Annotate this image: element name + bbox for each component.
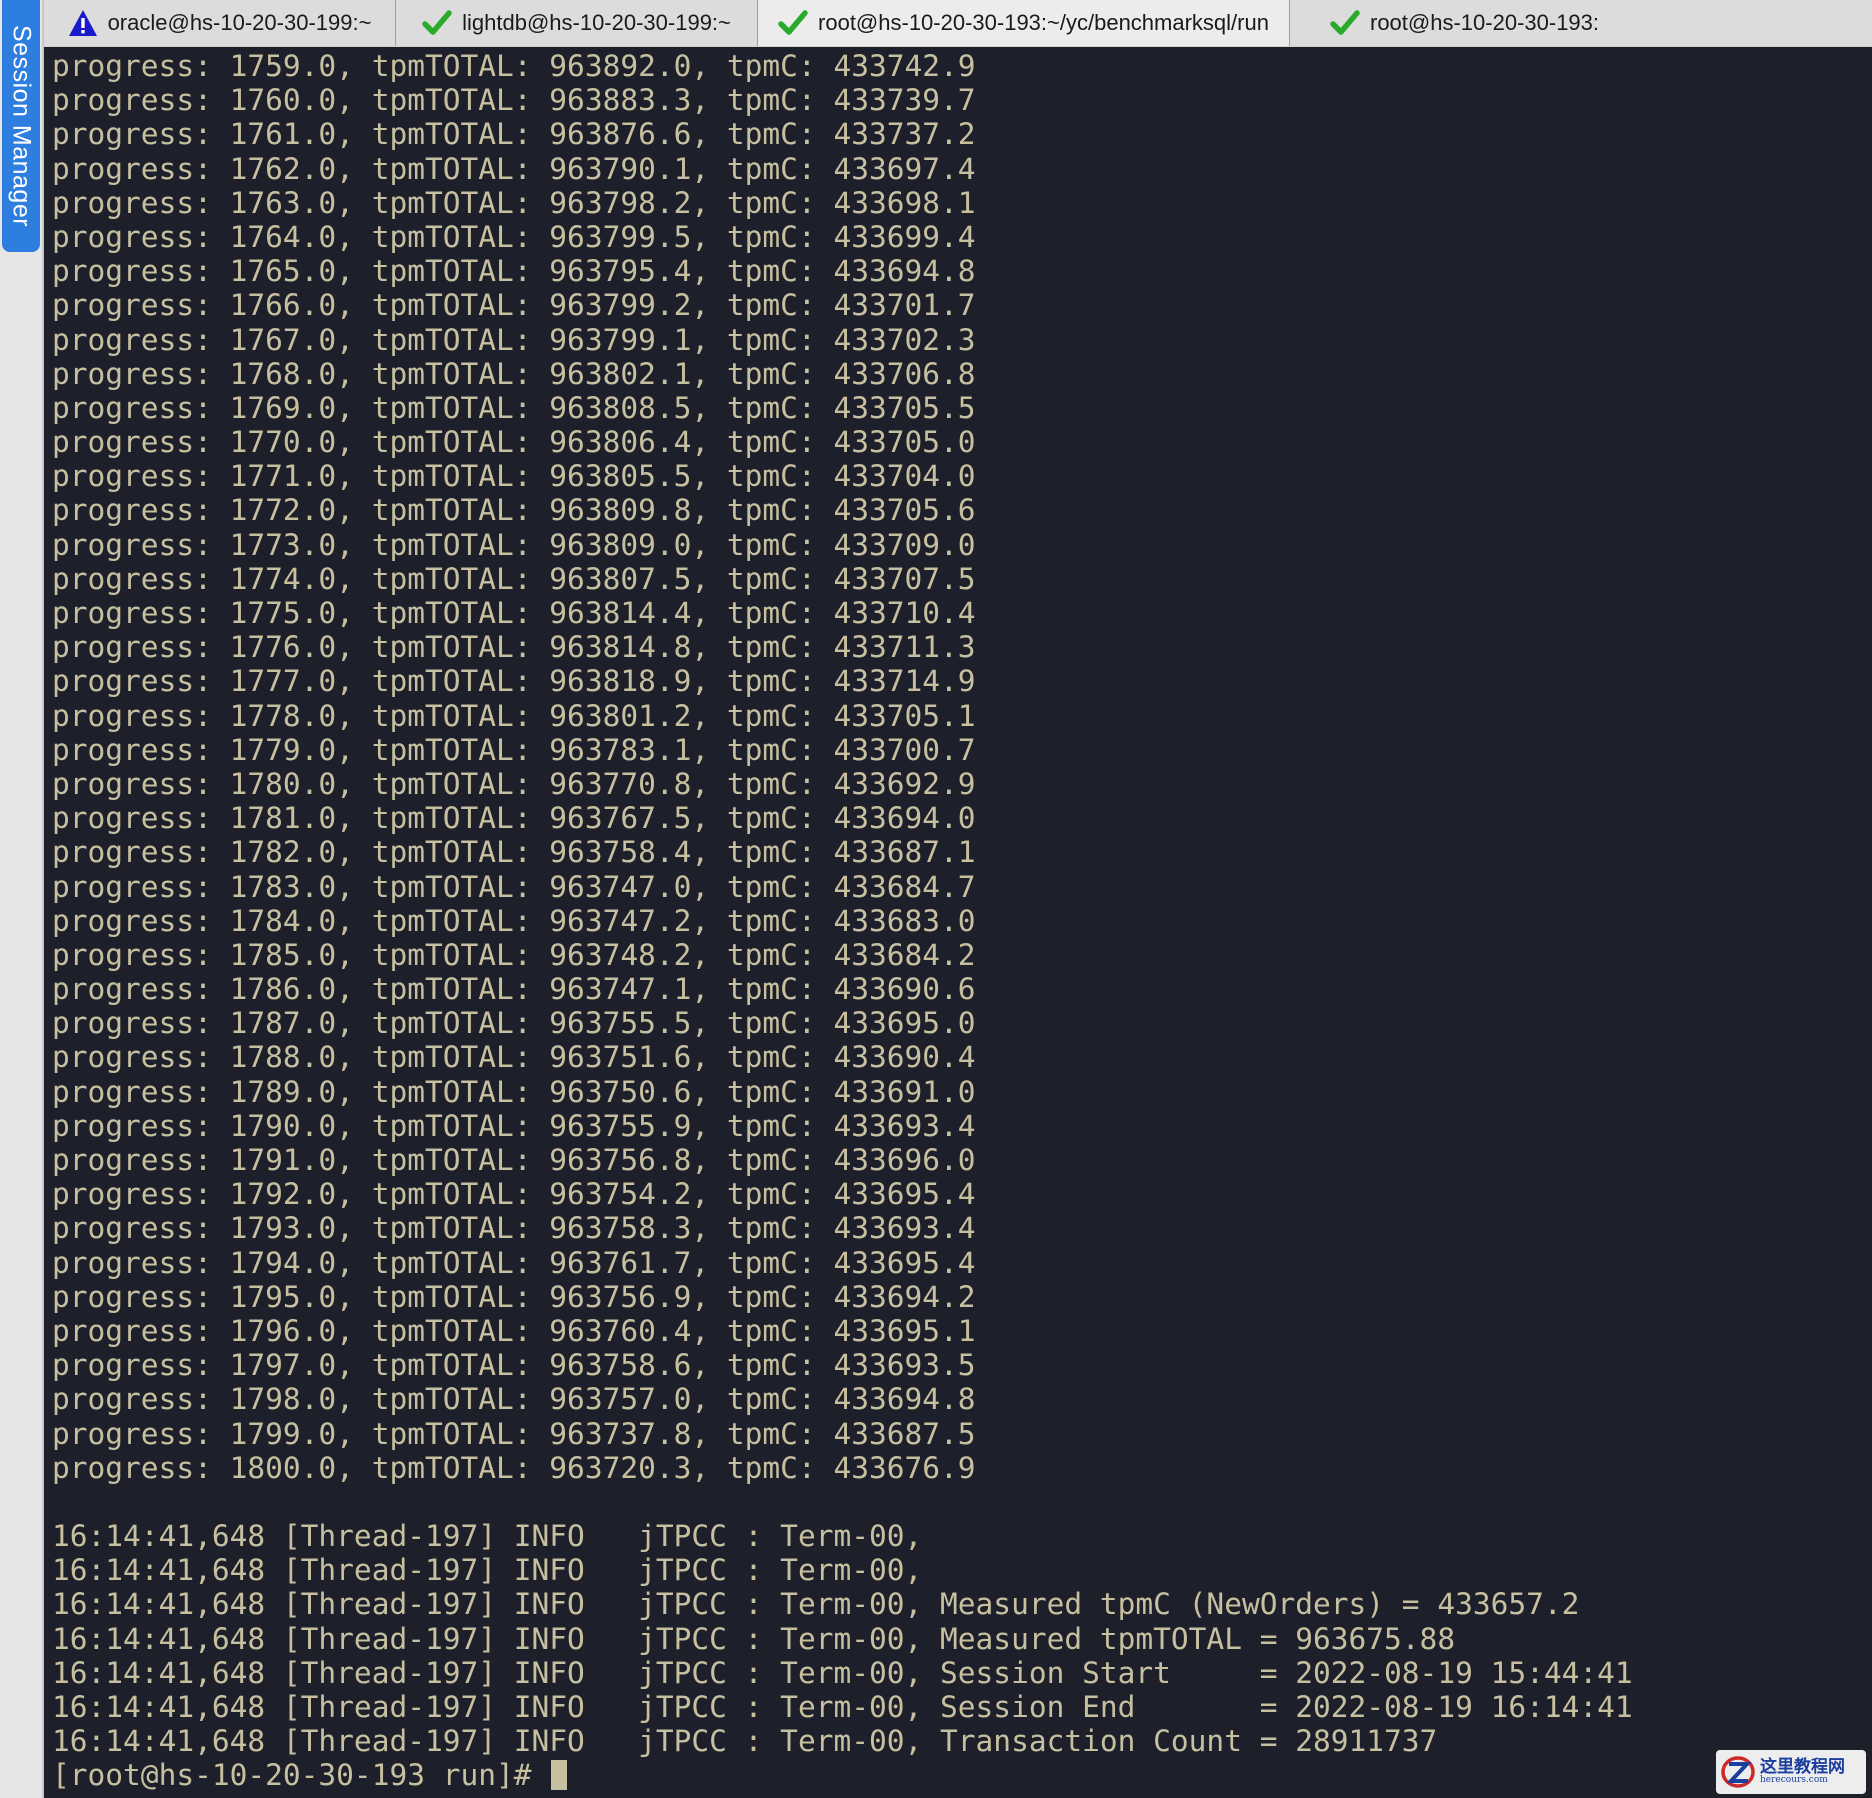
check-icon <box>422 9 452 37</box>
terminal-line: 16:14:41,648 [Thread-197] INFO jTPCC : T… <box>52 1621 1456 1656</box>
terminal-line: progress: 1767.0, tpmTOTAL: 963799.1, tp… <box>52 322 976 357</box>
session-manager-sidebar: Session Manager <box>0 0 44 1798</box>
terminal-line: progress: 1781.0, tpmTOTAL: 963767.5, tp… <box>52 801 976 836</box>
terminal-line: progress: 1785.0, tpmTOTAL: 963748.2, tp… <box>52 937 976 972</box>
terminal-line: progress: 1786.0, tpmTOTAL: 963747.1, tp… <box>52 972 976 1007</box>
terminal-line: progress: 1771.0, tpmTOTAL: 963805.5, tp… <box>52 459 976 494</box>
terminal-line: progress: 1788.0, tpmTOTAL: 963751.6, tp… <box>52 1040 976 1075</box>
terminal-line: progress: 1797.0, tpmTOTAL: 963758.6, tp… <box>52 1348 976 1383</box>
terminal-tab-bar: oracle@hs-10-20-30-199:~ lightdb@hs-10-2… <box>44 0 1872 48</box>
terminal-line: 16:14:41,648 [Thread-197] INFO jTPCC : T… <box>52 1587 1580 1622</box>
tab-label: oracle@hs-10-20-30-199:~ <box>107 10 372 35</box>
tab-benchmarksql-run[interactable]: root@hs-10-20-30-193:~/yc/benchmarksql/r… <box>758 0 1290 46</box>
terminal-line: progress: 1768.0, tpmTOTAL: 963802.1, tp… <box>52 356 976 391</box>
terminal-line: 16:14:41,648 [Thread-197] INFO jTPCC : T… <box>52 1519 923 1554</box>
terminal-line: progress: 1796.0, tpmTOTAL: 963760.4, tp… <box>52 1313 976 1348</box>
terminal-line: progress: 1779.0, tpmTOTAL: 963783.1, tp… <box>52 732 976 767</box>
terminal-line: progress: 1794.0, tpmTOTAL: 963761.7, tp… <box>52 1245 976 1280</box>
terminal-line: progress: 1787.0, tpmTOTAL: 963755.5, tp… <box>52 1006 976 1041</box>
terminal-line: progress: 1776.0, tpmTOTAL: 963814.8, tp… <box>52 630 976 665</box>
watermark-url: herecours.com <box>1760 1775 1828 1785</box>
watermark-text: 这里教程网 <box>1760 1757 1845 1777</box>
tab-label: root@hs-10-20-30-193:~/yc/benchmarksql/r… <box>818 10 1269 35</box>
terminal-lines: progress: 1759.0, tpmTOTAL: 963892.0, tp… <box>52 49 1633 1793</box>
terminal-line: progress: 1778.0, tpmTOTAL: 963801.2, tp… <box>52 698 976 733</box>
terminal-line: progress: 1759.0, tpmTOTAL: 963892.0, tp… <box>52 49 976 83</box>
terminal-line: progress: 1773.0, tpmTOTAL: 963809.0, tp… <box>52 527 976 562</box>
session-manager-tab[interactable]: Session Manager <box>2 0 40 252</box>
warning-icon <box>68 9 98 37</box>
terminal-line: progress: 1764.0, tpmTOTAL: 963799.5, tp… <box>52 219 976 254</box>
terminal-line: progress: 1783.0, tpmTOTAL: 963747.0, tp… <box>52 869 976 904</box>
shell-prompt-line[interactable]: [root@hs-10-20-30-193 run]# <box>52 1758 1633 1792</box>
terminal-line: progress: 1762.0, tpmTOTAL: 963790.1, tp… <box>52 151 976 186</box>
terminal-line: 16:14:41,648 [Thread-197] INFO jTPCC : T… <box>52 1655 1633 1690</box>
tab-label: lightdb@hs-10-20-30-199:~ <box>462 10 731 35</box>
terminal-line: progress: 1772.0, tpmTOTAL: 963809.8, tp… <box>52 493 976 528</box>
terminal-line: progress: 1795.0, tpmTOTAL: 963756.9, tp… <box>52 1279 976 1314</box>
check-icon <box>1330 9 1360 37</box>
terminal-line: progress: 1793.0, tpmTOTAL: 963758.3, tp… <box>52 1211 976 1246</box>
tab-root-193[interactable]: root@hs-10-20-30-193: <box>1290 0 1872 46</box>
terminal-line: progress: 1791.0, tpmTOTAL: 963756.8, tp… <box>52 1143 976 1177</box>
terminal-line: 16:14:41,648 [Thread-197] INFO jTPCC : T… <box>52 1690 1633 1724</box>
tab-lightdb[interactable]: lightdb@hs-10-20-30-199:~ <box>396 0 758 46</box>
terminal-line: progress: 1799.0, tpmTOTAL: 963737.8, tp… <box>52 1416 976 1451</box>
terminal-line: progress: 1798.0, tpmTOTAL: 963757.0, tp… <box>52 1382 976 1417</box>
terminal-line: progress: 1770.0, tpmTOTAL: 963806.4, tp… <box>52 425 976 460</box>
tab-oracle[interactable]: oracle@hs-10-20-30-199:~ <box>44 0 396 46</box>
terminal-line: progress: 1790.0, tpmTOTAL: 963755.9, tp… <box>52 1108 976 1143</box>
tab-label: root@hs-10-20-30-193: <box>1370 10 1600 35</box>
terminal-line: 16:14:41,648 [Thread-197] INFO jTPCC : T… <box>52 1724 1438 1759</box>
terminal-line: progress: 1766.0, tpmTOTAL: 963799.2, tp… <box>52 288 976 323</box>
terminal-line: progress: 1761.0, tpmTOTAL: 963876.6, tp… <box>52 117 976 152</box>
terminal-line: progress: 1800.0, tpmTOTAL: 963720.3, tp… <box>52 1450 976 1485</box>
check-icon <box>778 9 808 37</box>
terminal-line: progress: 1765.0, tpmTOTAL: 963795.4, tp… <box>52 254 976 289</box>
watermark-logo <box>1721 1756 1755 1788</box>
terminal-line: progress: 1777.0, tpmTOTAL: 963818.9, tp… <box>52 664 976 699</box>
terminal-line: progress: 1775.0, tpmTOTAL: 963814.4, tp… <box>52 596 976 630</box>
session-manager-label: Session Manager <box>7 24 36 228</box>
terminal-line: progress: 1789.0, tpmTOTAL: 963750.6, tp… <box>52 1074 976 1109</box>
site-watermark: 这里教程网 herecours.com <box>1716 1750 1866 1794</box>
terminal-line: progress: 1782.0, tpmTOTAL: 963758.4, tp… <box>52 835 976 870</box>
terminal-line: progress: 1792.0, tpmTOTAL: 963754.2, tp… <box>52 1177 976 1212</box>
terminal-line: progress: 1763.0, tpmTOTAL: 963798.2, tp… <box>52 185 976 220</box>
terminal-line: progress: 1769.0, tpmTOTAL: 963808.5, tp… <box>52 390 976 425</box>
terminal-line: 16:14:41,648 [Thread-197] INFO jTPCC : T… <box>52 1553 923 1588</box>
terminal-line: progress: 1774.0, tpmTOTAL: 963807.5, tp… <box>52 561 976 596</box>
shell-prompt: [root@hs-10-20-30-193 run]# <box>52 1758 550 1793</box>
terminal-line: progress: 1780.0, tpmTOTAL: 963770.8, tp… <box>52 766 976 801</box>
terminal-line: progress: 1784.0, tpmTOTAL: 963747.2, tp… <box>52 903 976 938</box>
terminal-line: progress: 1760.0, tpmTOTAL: 963883.3, tp… <box>52 83 976 118</box>
terminal-output[interactable]: progress: 1759.0, tpmTOTAL: 963892.0, tp… <box>44 47 1872 1798</box>
text-cursor <box>551 1760 568 1791</box>
